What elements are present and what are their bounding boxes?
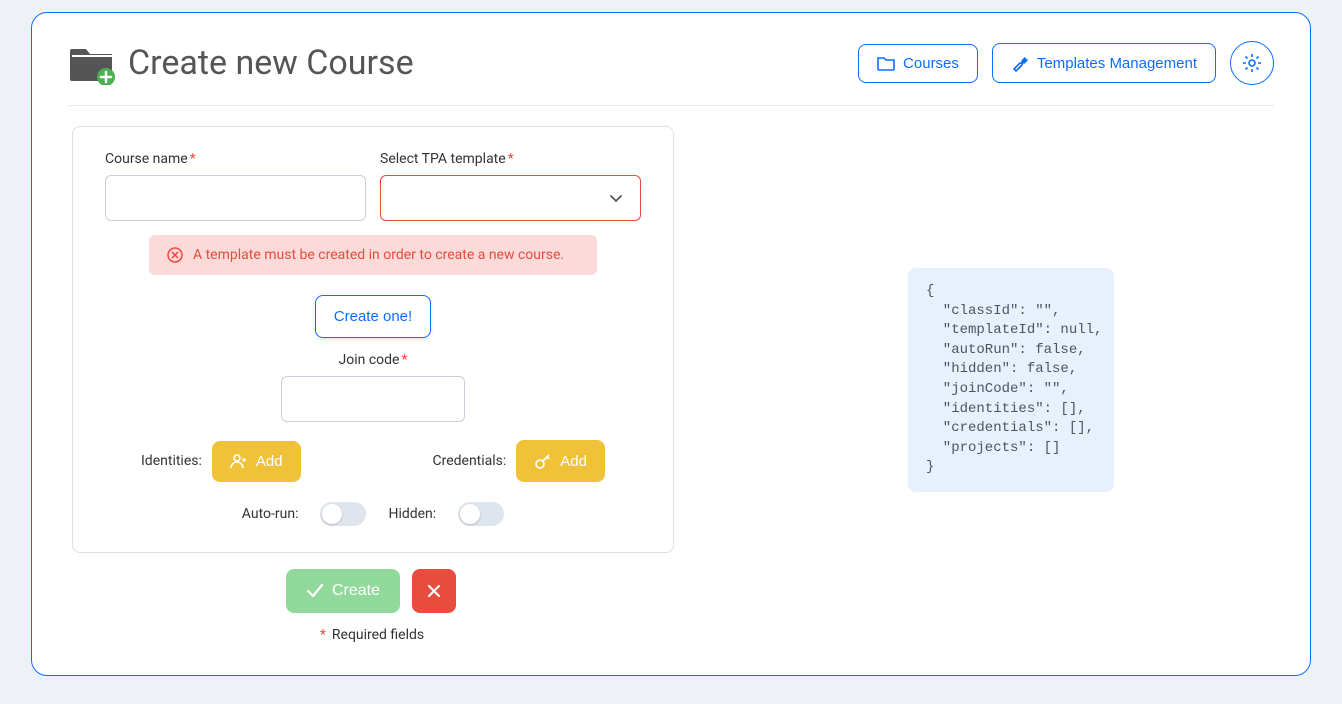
- person-plus-icon: [230, 453, 248, 469]
- template-select-wrap: [380, 175, 641, 221]
- add-credential-label: Add: [560, 453, 587, 470]
- toggle-knob: [322, 504, 342, 524]
- join-code-label-text: Join code: [339, 352, 400, 368]
- gear-icon: [1242, 53, 1262, 73]
- settings-button[interactable]: [1230, 41, 1274, 85]
- create-template-button[interactable]: Create one!: [315, 295, 431, 338]
- toggle-row: Auto-run: Hidden:: [105, 502, 641, 526]
- join-code-input[interactable]: [281, 376, 465, 422]
- cancel-button[interactable]: [412, 569, 456, 613]
- add-credential-button[interactable]: Add: [516, 440, 605, 482]
- join-code-label: Join code*: [339, 352, 408, 368]
- add-identity-label: Add: [256, 453, 283, 470]
- course-name-field: Course name*: [105, 151, 366, 221]
- header-actions: Courses Templates Management: [858, 41, 1274, 85]
- required-asterisk: *: [320, 627, 326, 643]
- error-icon: [167, 247, 183, 263]
- templates-button-label: Templates Management: [1037, 55, 1197, 72]
- required-note: * Required fields: [68, 627, 674, 643]
- autorun-toggle[interactable]: [320, 502, 366, 526]
- form-column: Course name* Select TPA template*: [68, 126, 674, 643]
- close-icon: [426, 583, 442, 599]
- templates-button[interactable]: Templates Management: [992, 43, 1216, 83]
- wrench-icon: [1011, 54, 1029, 72]
- courses-button[interactable]: Courses: [858, 44, 978, 83]
- main-panel: Create new Course Courses Templates Mana…: [31, 12, 1311, 676]
- template-label: Select TPA template*: [380, 151, 641, 167]
- key-icon: [534, 452, 552, 470]
- autorun-label: Auto-run:: [242, 506, 299, 522]
- check-icon: [306, 584, 324, 598]
- alert-text: A template must be created in order to c…: [193, 247, 564, 263]
- add-row: Identities: Add Credentials:: [105, 440, 641, 482]
- course-name-input[interactable]: [105, 175, 366, 221]
- folder-icon: [877, 55, 895, 71]
- create-button-label: Create: [332, 582, 380, 600]
- form-card: Course name* Select TPA template*: [72, 126, 674, 553]
- template-select[interactable]: [380, 175, 641, 221]
- identities-group: Identities: Add: [141, 441, 301, 482]
- chevron-down-icon: [608, 190, 624, 206]
- required-asterisk: *: [190, 151, 196, 167]
- create-button[interactable]: Create: [286, 569, 400, 613]
- header: Create new Course Courses Templates Mana…: [68, 41, 1274, 106]
- credentials-label: Credentials:: [432, 453, 506, 469]
- hidden-label: Hidden:: [388, 506, 436, 522]
- required-asterisk: *: [401, 352, 407, 368]
- template-field: Select TPA template*: [380, 151, 641, 221]
- courses-button-label: Courses: [903, 55, 959, 72]
- template-alert: A template must be created in order to c…: [149, 235, 597, 275]
- required-asterisk: *: [508, 151, 514, 167]
- content: Course name* Select TPA template*: [68, 126, 1274, 643]
- toggle-knob: [460, 504, 480, 524]
- row-name-template: Course name* Select TPA template*: [105, 151, 641, 221]
- course-name-label: Course name*: [105, 151, 366, 167]
- page-title: Create new Course: [128, 43, 414, 83]
- title-wrap: Create new Course: [68, 41, 414, 85]
- required-note-text: Required fields: [332, 627, 424, 643]
- credentials-group: Credentials: Add: [432, 440, 605, 482]
- template-label-text: Select TPA template: [380, 151, 506, 167]
- hidden-toggle[interactable]: [458, 502, 504, 526]
- add-identity-button[interactable]: Add: [212, 441, 301, 482]
- course-name-label-text: Course name: [105, 151, 188, 167]
- create-template-wrap: Create one!: [105, 275, 641, 338]
- footer-actions: Create: [68, 569, 674, 613]
- folder-plus-icon: [68, 41, 116, 85]
- json-preview: { "classId": "", "templateId": null, "au…: [908, 268, 1114, 492]
- identities-label: Identities:: [141, 453, 202, 469]
- join-code-block: Join code*: [105, 352, 641, 422]
